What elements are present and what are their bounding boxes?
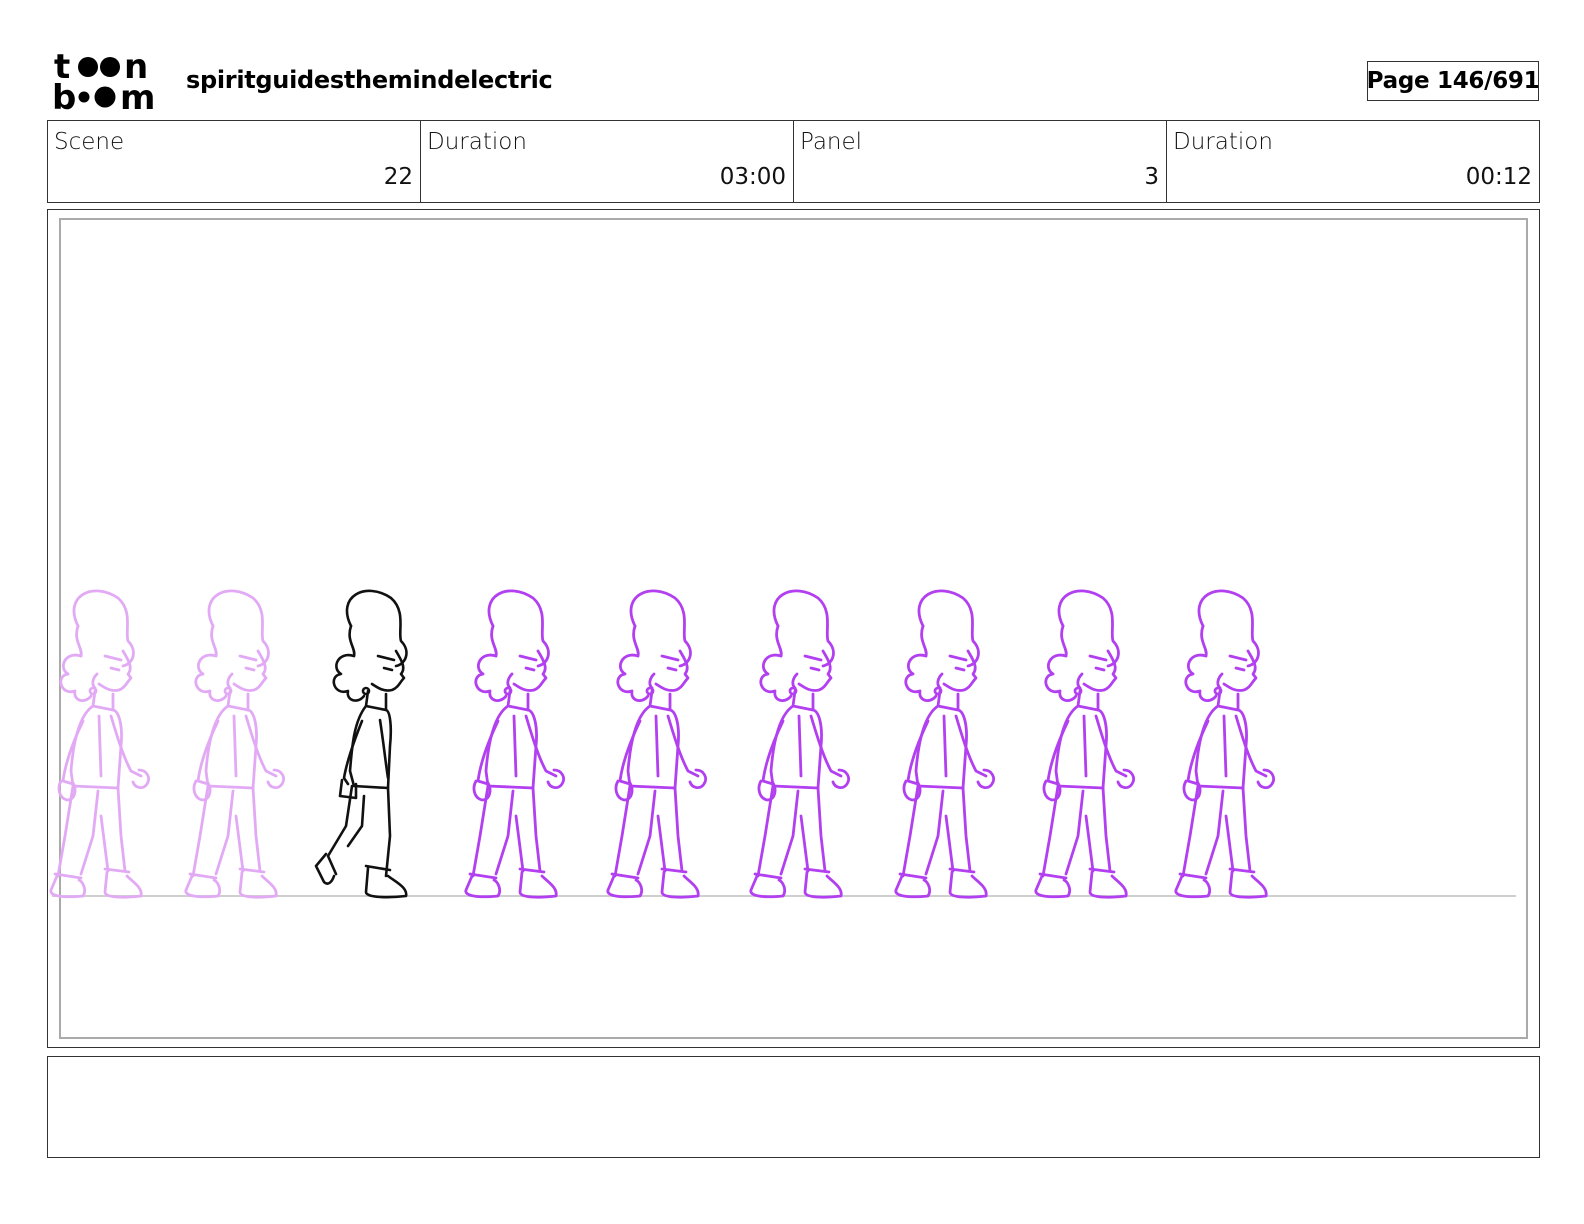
walk-pose-2 <box>184 589 285 899</box>
page-indicator: Page 146/691 <box>1367 61 1540 101</box>
walk-pose-6 <box>749 589 850 899</box>
walk-cycle-figures <box>49 589 1275 899</box>
scene-value: 22 <box>383 164 413 190</box>
panel-duration-cell: Duration 00:12 <box>1167 121 1539 202</box>
walk-pose-1 <box>49 589 150 899</box>
panel-cell: Panel 3 <box>794 121 1167 202</box>
svg-text:b: b <box>52 78 76 114</box>
panel-label: Panel <box>800 129 863 155</box>
scene-duration-cell: Duration 03:00 <box>421 121 794 202</box>
scene-duration-label: Duration <box>427 129 527 155</box>
scene-cell: Scene 22 <box>48 121 421 202</box>
walk-pose-9 <box>1174 589 1275 899</box>
walk-pose-8 <box>1034 589 1135 899</box>
panel-duration-label: Duration <box>1173 129 1273 155</box>
walk-pose-5 <box>606 589 707 899</box>
project-title: spiritguidesthemindelectric <box>186 66 553 94</box>
panel-duration-value: 00:12 <box>1465 164 1532 190</box>
panel-value: 3 <box>1144 164 1159 190</box>
walk-pose-7 <box>894 589 995 899</box>
scene-label: Scene <box>54 129 125 155</box>
scene-duration-value: 03:00 <box>719 164 786 190</box>
storyboard-panel <box>47 209 1540 1048</box>
svg-text:m: m <box>120 78 155 114</box>
action-notes-box <box>47 1056 1540 1158</box>
panel-info-table: Scene 22 Duration 03:00 Panel 3 Duration… <box>47 120 1540 203</box>
walk-pose-4 <box>464 589 565 899</box>
toonboom-logo-icon: t n b m <box>52 47 164 118</box>
panel-drawing <box>49 589 1516 899</box>
walk-pose-3 <box>314 589 408 899</box>
